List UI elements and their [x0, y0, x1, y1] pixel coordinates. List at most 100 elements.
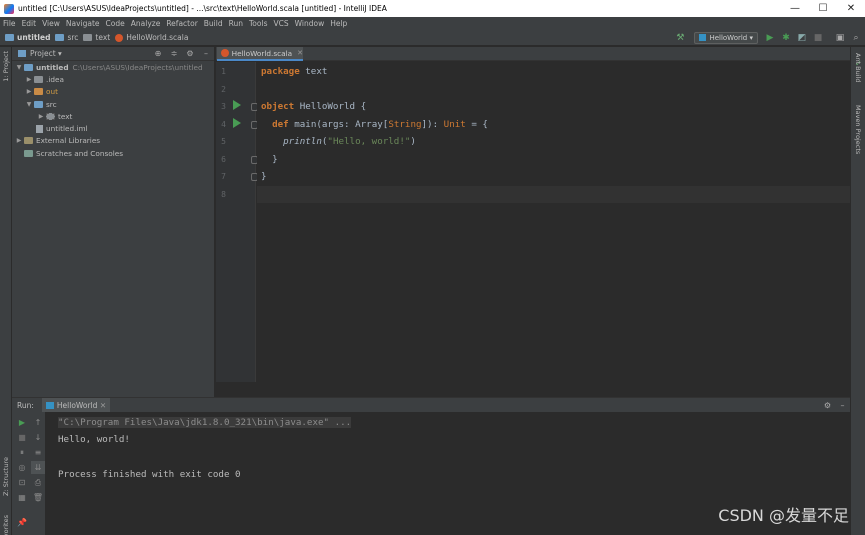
exit-icon[interactable]: ⊡ — [15, 476, 29, 489]
tab-maven-projects[interactable]: Maven Projects — [854, 105, 862, 154]
tree-root-path: C:\Users\ASUS\IdeaProjects\untitled — [72, 62, 203, 72]
tree-item-text[interactable]: ▶ text — [12, 110, 214, 122]
code-editor[interactable]: package text object HelloWorld { def mai… — [257, 62, 850, 382]
hide-icon[interactable]: – — [198, 49, 214, 58]
tab-helloworld-scala[interactable]: HelloWorld.scala ✕ — [217, 47, 303, 61]
tab-structure[interactable]: Z: Structure — [2, 457, 10, 496]
editor-gutter: 1 2 3 4 5 6 7 8 — [216, 62, 258, 382]
print-icon[interactable]: ⎙ — [31, 476, 45, 489]
window-title-bar: untitled [C:\Users\ASUS\IdeaProjects\unt… — [0, 0, 865, 17]
menu-code[interactable]: Code — [106, 19, 125, 28]
locate-icon[interactable]: ⊕ — [150, 49, 166, 58]
expand-arrow-icon[interactable]: ▼ — [14, 64, 24, 71]
project-panel: Project ▾ ⊕ ≑ ⚙ – ▼ untitled C:\Users\AS… — [12, 47, 215, 397]
debug-icon[interactable]: ✱ — [779, 31, 793, 45]
tree-label-out: out — [46, 87, 58, 97]
trash-icon[interactable]: 🗑 — [31, 491, 45, 504]
collapse-arrow-icon[interactable]: ▶ — [36, 113, 46, 120]
tree-item-src[interactable]: ▼ src — [12, 98, 214, 110]
current-line-highlight — [257, 186, 850, 203]
menu-help[interactable]: Help — [330, 19, 347, 28]
code-line-3: object HelloWorld { — [261, 101, 367, 112]
tree-label-text: text — [58, 111, 73, 121]
project-structure-icon[interactable]: ▣ — [833, 31, 847, 45]
collapse-arrow-icon[interactable]: ▶ — [14, 137, 24, 144]
tree-item-external-libraries[interactable]: ▶ External Libraries — [12, 135, 214, 147]
editor-tab-bar: HelloWorld.scala ✕ — [216, 47, 850, 61]
tree-item-idea[interactable]: ▶ .idea — [12, 73, 214, 85]
breadcrumb-text[interactable]: text — [83, 33, 110, 42]
menu-window[interactable]: Window — [295, 19, 325, 28]
line-number: 8 — [221, 190, 226, 199]
breadcrumb-file[interactable]: HelloWorld.scala — [115, 33, 188, 42]
minimize-icon[interactable]: — — [781, 0, 809, 17]
run-icon[interactable]: ▶ — [763, 31, 777, 45]
menu-run[interactable]: Run — [229, 19, 243, 28]
tree-item-root[interactable]: ▼ untitled C:\Users\ASUS\IdeaProjects\un… — [12, 61, 214, 73]
layout-icon[interactable]: ▦ — [15, 491, 29, 504]
build-hammer-icon[interactable]: ⚒ — [673, 31, 687, 45]
menu-file[interactable]: File — [3, 19, 16, 28]
tree-label-scratches: Scratches and Consoles — [36, 148, 124, 158]
scroll-to-end-icon[interactable]: ⇊ — [31, 461, 45, 474]
tree-item-iml[interactable]: untitled.iml — [12, 122, 214, 134]
tab-project[interactable]: 1: Project — [2, 51, 10, 82]
tree-label-root: untitled — [36, 62, 69, 72]
editor-tab-label: HelloWorld.scala — [231, 48, 293, 58]
close-icon[interactable]: ✕ — [837, 0, 865, 17]
run-panel-header: Run: HelloWorld ✕ ⚙ – — [12, 398, 850, 412]
menu-analyze[interactable]: Analyze — [131, 19, 161, 28]
pin-icon[interactable]: 📌 — [15, 516, 29, 529]
up-icon[interactable]: ↑ — [31, 416, 45, 429]
run-toolbar: ▶ ↑ ■ ↓ ⏸ ≡ ◎ ⇊ ⊡ ⎙ ▦ 🗑 📌 — [12, 412, 45, 535]
collapse-arrow-icon[interactable]: ▶ — [24, 88, 34, 95]
line-number: 3 — [221, 102, 226, 111]
line-number: 4 — [221, 120, 226, 129]
code-line-7: } — [261, 171, 267, 182]
coverage-icon[interactable]: ◩ — [795, 31, 809, 45]
collapse-icon[interactable]: ≑ — [166, 49, 182, 58]
source-folder-icon — [34, 100, 43, 108]
gear-icon[interactable]: ⚙ — [820, 401, 835, 410]
search-icon[interactable]: ⌕ — [849, 31, 863, 45]
menu-refactor[interactable]: Refactor — [166, 19, 197, 28]
hide-icon[interactable]: – — [835, 401, 850, 410]
expand-arrow-icon[interactable]: ▼ — [24, 101, 34, 108]
code-line-1: package text — [261, 66, 328, 77]
breadcrumb-src[interactable]: src — [55, 33, 78, 42]
close-tab-icon[interactable]: ✕ — [297, 49, 303, 57]
window-title: untitled [C:\Users\ASUS\IdeaProjects\unt… — [18, 4, 387, 13]
stop-icon[interactable]: ■ — [811, 31, 825, 45]
tab-favorites[interactable]: Favorites — [2, 515, 10, 535]
run-configuration-select[interactable]: HelloWorld ▾ — [694, 31, 758, 44]
soft-wrap-icon[interactable]: ≡ — [31, 446, 45, 459]
maximize-icon[interactable]: ☐ — [809, 0, 837, 17]
project-view-select[interactable]: Project — [30, 49, 56, 58]
pause-icon[interactable]: ⏸ — [15, 446, 29, 459]
intellij-icon — [4, 3, 14, 14]
rerun-icon[interactable]: ▶ — [15, 416, 29, 429]
tab-ant-build[interactable]: Ant Build — [854, 53, 862, 83]
menu-vcs[interactable]: VCS — [273, 19, 288, 28]
run-tab-helloworld[interactable]: HelloWorld ✕ — [41, 398, 111, 412]
menu-view[interactable]: View — [42, 19, 60, 28]
run-gutter-icon[interactable] — [233, 118, 241, 128]
run-gutter-icon[interactable] — [233, 100, 241, 110]
menu-tools[interactable]: Tools — [249, 19, 267, 28]
project-icon — [18, 50, 26, 57]
stop-icon[interactable]: ■ — [15, 431, 29, 444]
menu-build[interactable]: Build — [204, 19, 223, 28]
folder-icon — [34, 75, 43, 83]
run-label: Run: — [17, 400, 34, 410]
breadcrumb-untitled[interactable]: untitled — [5, 33, 50, 42]
menu-edit[interactable]: Edit — [22, 19, 37, 28]
line-number: 5 — [221, 137, 226, 146]
menu-navigate[interactable]: Navigate — [66, 19, 100, 28]
collapse-arrow-icon[interactable]: ▶ — [24, 76, 34, 83]
tree-item-scratches[interactable]: Scratches and Consoles — [12, 147, 214, 159]
down-icon[interactable]: ↓ — [31, 431, 45, 444]
dump-threads-icon[interactable]: ◎ — [15, 461, 29, 474]
gear-icon[interactable]: ⚙ — [182, 49, 198, 58]
tree-item-out[interactable]: ▶ out — [12, 86, 214, 98]
tree-label-idea: .idea — [46, 74, 64, 84]
